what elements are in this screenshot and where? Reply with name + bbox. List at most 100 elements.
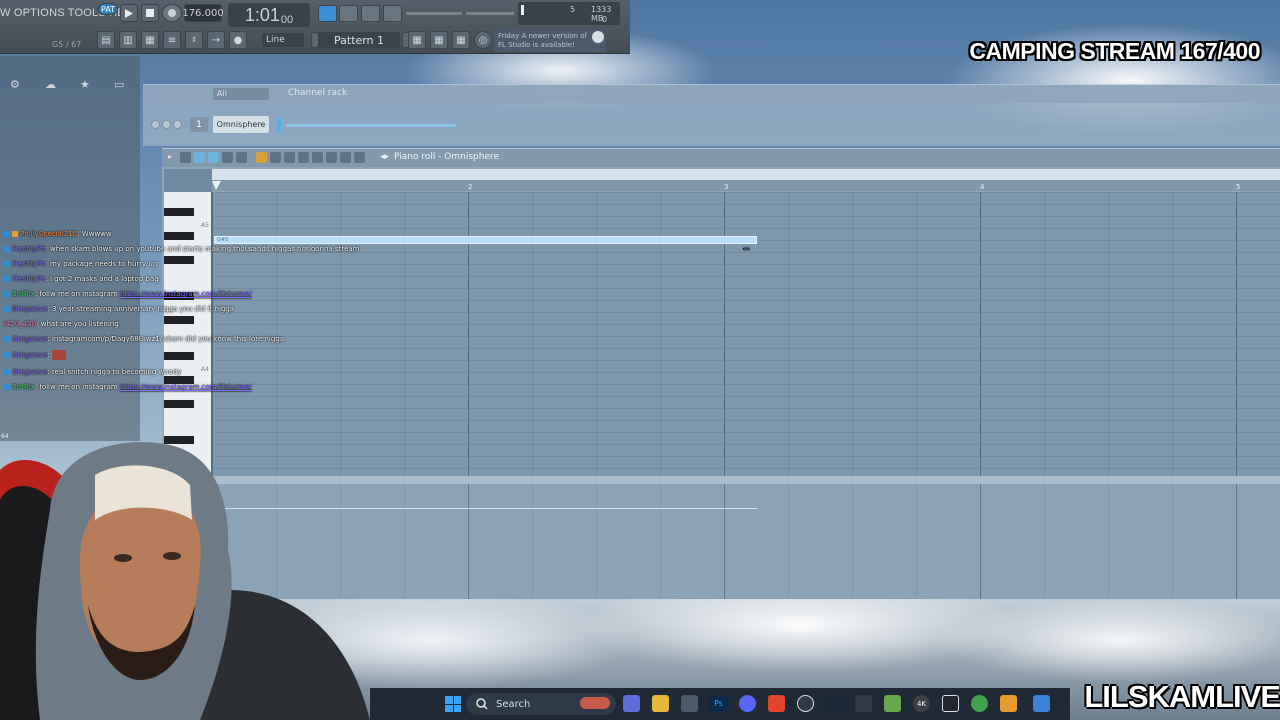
badge-icon: [4, 384, 10, 390]
browser-settings-icon[interactable]: ⚙: [10, 78, 20, 91]
channel-pan-knob[interactable]: [162, 120, 171, 129]
arrow-icon[interactable]: →: [207, 31, 225, 49]
badge-icon: [4, 306, 10, 312]
capcut-icon[interactable]: [942, 695, 959, 712]
channel-name-button[interactable]: Omnisphere: [213, 116, 269, 133]
piano-roll-timeline[interactable]: 2 3 4 5: [212, 169, 1280, 191]
badge-icon: [4, 276, 10, 282]
loop-record-button[interactable]: [361, 5, 380, 22]
channel-mixer-track[interactable]: 1: [190, 117, 208, 132]
wait-input-button[interactable]: [383, 5, 402, 22]
playlist-icon[interactable]: ▤: [97, 31, 115, 49]
menu-arrow-icon[interactable]: ▸: [168, 152, 179, 163]
online-news-icon[interactable]: ◎: [474, 31, 492, 49]
step-edit-mode-button[interactable]: [318, 5, 337, 22]
chrome-icon[interactable]: [971, 695, 988, 712]
time-sub: 00: [280, 14, 294, 26]
chat-message: BotRix: follw me on instagram https://ww…: [4, 290, 251, 299]
chat-text: : real snitch nigga to becoming woody: [47, 368, 182, 376]
channel-note-preview[interactable]: [286, 124, 456, 127]
chat-link[interactable]: https://www.instagram.com/lilskamw/: [120, 383, 251, 391]
speaker-icon[interactable]: [354, 152, 365, 163]
playback-icon[interactable]: [222, 152, 233, 163]
channel-select-led[interactable]: [277, 118, 281, 132]
shift-tool-icon[interactable]: ▦: [408, 31, 426, 49]
store-icon[interactable]: [681, 695, 698, 712]
chat-message: FreshlyPh: my package needs to hurry up: [4, 260, 157, 269]
chat-message: FreshlyPh: when skam blows up on youtube…: [4, 245, 360, 254]
channel-volume-knob[interactable]: [173, 120, 182, 129]
pattern-song-toggle[interactable]: PAT: [98, 3, 118, 15]
file-explorer-icon[interactable]: [652, 695, 669, 712]
copilot-icon[interactable]: [623, 695, 640, 712]
channel-mute-button[interactable]: [151, 120, 160, 129]
chat-text: : i got 2 masks and a laptop bag: [45, 275, 159, 283]
mixer-icon[interactable]: ≡: [163, 31, 181, 49]
fl-studio-icon[interactable]: [1000, 695, 1017, 712]
piano-roll-arrow-icon[interactable]: ◂▸: [380, 152, 391, 163]
ctrl-tool-icon[interactable]: ▦: [430, 31, 448, 49]
search-icon: [476, 698, 488, 710]
metronome-button[interactable]: [339, 5, 358, 22]
black-key[interactable]: [164, 208, 194, 216]
chat-text: : when skam blows up on youtube and star…: [45, 245, 360, 253]
bar-number: 4: [980, 183, 985, 191]
chat-username: BotRix: [12, 290, 35, 298]
chat-message: FreshlyPh: i got 2 masks and a laptop ba…: [4, 275, 159, 284]
black-key[interactable]: [164, 400, 194, 408]
photoshop-icon[interactable]: Ps: [710, 695, 727, 712]
delete-icon[interactable]: [284, 152, 295, 163]
undo-icon[interactable]: [236, 152, 247, 163]
chat-username: PhillySpecial215: [20, 230, 78, 238]
stamp-icon[interactable]: [208, 152, 219, 163]
play-button[interactable]: [120, 4, 138, 22]
browser-star-icon[interactable]: ★: [80, 78, 90, 91]
news-panel[interactable]: Friday A newer version of FL Studio is a…: [494, 30, 606, 52]
snap-icon[interactable]: [194, 152, 205, 163]
update-icon[interactable]: [592, 31, 604, 43]
obs-icon[interactable]: [797, 695, 814, 712]
magnet-icon[interactable]: [180, 152, 191, 163]
stream-title-overlay: CAMPING STREAM 167/400: [969, 38, 1260, 64]
plugin-picker-icon[interactable]: ♯: [185, 31, 203, 49]
chat-link[interactable]: https://www.instagram.com/lilskamw/: [120, 290, 251, 298]
master-pitch-slider[interactable]: [466, 12, 514, 15]
timeline-strip: [212, 169, 1280, 180]
badge-icon: [12, 231, 18, 237]
zoom-icon[interactable]: [340, 152, 351, 163]
channel-rack-title: Channel rack: [288, 88, 348, 98]
pattern-selector[interactable]: Pattern 1: [318, 32, 400, 48]
playhead-marker-icon[interactable]: [212, 181, 222, 191]
select-icon[interactable]: [326, 152, 337, 163]
piano-roll-icon[interactable]: ▥: [119, 31, 137, 49]
steam-icon[interactable]: [826, 695, 843, 712]
mute-tool-icon[interactable]: [298, 152, 309, 163]
paint-brush-icon[interactable]: [270, 152, 281, 163]
master-volume-slider[interactable]: [406, 12, 462, 15]
channel-rack-titlebar[interactable]: All Channel rack: [143, 85, 1280, 103]
channel-rack: All Channel rack 1 Omnisphere: [143, 84, 1280, 146]
cpu-memory-monitor: 5 1333 MB 0: [518, 2, 620, 25]
browser-folder-icon[interactable]: ▭: [114, 78, 124, 91]
chat-message: l420_420: what are you listening: [4, 320, 119, 329]
app-icon-2[interactable]: [1033, 695, 1050, 712]
channel-filter-selector[interactable]: All: [213, 88, 269, 100]
browser-cloud-icon[interactable]: ☁: [45, 78, 56, 91]
streamer-brand-overlay: LILSKAMLIVE: [1084, 679, 1280, 714]
minecraft-icon[interactable]: [884, 695, 901, 712]
windows-start-icon[interactable]: [445, 696, 461, 712]
microphone-icon[interactable]: ●: [229, 31, 247, 49]
discord-icon[interactable]: [739, 695, 756, 712]
draw-pencil-icon[interactable]: [256, 152, 267, 163]
brave-icon[interactable]: [768, 695, 785, 712]
record-button[interactable]: [162, 4, 182, 22]
app-icon[interactable]: [855, 695, 872, 712]
alt-tool-icon[interactable]: ▦: [452, 31, 470, 49]
stop-button[interactable]: [141, 4, 159, 22]
4k-app-icon[interactable]: 4K: [913, 695, 930, 712]
chat-message: Gregwave: real snitch nigga to becoming …: [4, 368, 181, 377]
slice-icon[interactable]: [312, 152, 323, 163]
channel-rack-icon[interactable]: ▦: [141, 31, 159, 49]
tempo-display[interactable]: 176.000: [182, 4, 224, 22]
snap-selector[interactable]: Line: [262, 33, 304, 47]
